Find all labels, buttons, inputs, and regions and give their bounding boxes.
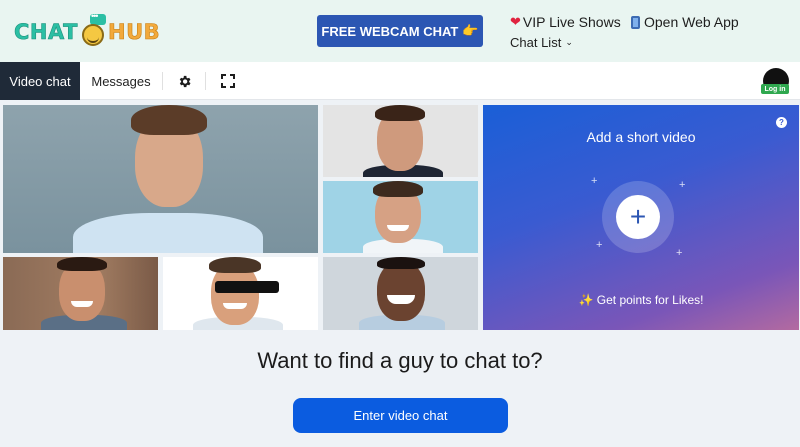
photo-hair — [375, 105, 425, 121]
logo-text-chat: CHAT — [14, 20, 78, 45]
photo-hair — [209, 257, 261, 273]
profile-photo[interactable] — [163, 257, 318, 330]
heart-icon: ❤ — [510, 14, 521, 29]
help-icon[interactable]: ? — [776, 117, 787, 128]
tab-messages[interactable]: Messages — [80, 62, 162, 100]
toolbar-divider — [162, 72, 163, 90]
phone-icon — [631, 15, 640, 29]
photo-sunglasses — [215, 281, 279, 293]
photo-hair — [373, 181, 423, 197]
chathub-logo[interactable]: CHAT HUB — [14, 11, 160, 48]
sparkle-icon: + — [676, 247, 683, 259]
sparkle-icon: + — [679, 179, 686, 191]
sparkles-icon: ✨ — [578, 293, 594, 307]
add-video-plus-button[interactable]: + — [616, 195, 660, 239]
tab-video-chat[interactable]: Video chat — [0, 62, 80, 100]
logo-face-icon — [82, 24, 104, 46]
chat-list-label: Chat List — [510, 35, 562, 50]
free-webcam-chat-label: FREE WEBCAM CHAT — [321, 23, 459, 39]
tab-messages-label: Messages — [91, 73, 151, 89]
chat-list-dropdown[interactable]: Chat List ⌄ — [510, 35, 573, 50]
enter-video-chat-button[interactable]: Enter video chat — [293, 398, 508, 433]
chat-toolbar: Video chat Messages — [0, 62, 800, 100]
photo-smile — [387, 225, 409, 231]
page-headline: Want to find a guy to chat to? — [257, 348, 543, 373]
add-video-panel[interactable]: Add a short video ? + + + + + ✨ Get poin… — [483, 105, 799, 330]
profile-photo[interactable] — [3, 105, 318, 253]
fullscreen-icon[interactable] — [219, 72, 237, 90]
profile-photo[interactable] — [323, 105, 478, 177]
tab-video-chat-label: Video chat — [9, 73, 71, 89]
photo-smile — [71, 301, 93, 307]
fullscreen-icon-svg — [221, 74, 235, 88]
logo-text-hub: HUB — [108, 20, 161, 45]
open-web-app-label: Open Web App — [644, 14, 739, 30]
chevron-down-icon: ⌄ — [565, 37, 573, 47]
enter-video-chat-label: Enter video chat — [353, 408, 448, 423]
profile-photo[interactable] — [323, 257, 478, 330]
sparkle-icon: + — [591, 175, 598, 187]
gear-icon-svg — [179, 75, 190, 87]
gear-icon[interactable] — [175, 72, 193, 90]
sparkle-icon: + — [596, 239, 603, 251]
pointing-hand-icon: 👉 — [462, 23, 479, 38]
photo-smile — [223, 303, 247, 309]
open-web-app-link[interactable]: Open Web App — [631, 14, 739, 30]
vip-live-shows-label: VIP Live Shows — [522, 14, 621, 30]
photo-hair — [131, 105, 207, 135]
free-webcam-chat-button[interactable]: FREE WEBCAM CHAT 👉 — [317, 15, 483, 47]
profile-photo[interactable] — [323, 181, 478, 253]
vip-live-shows-link[interactable]: ❤ VIP Live Shows — [510, 14, 621, 30]
profile-photo[interactable] — [3, 257, 158, 330]
toolbar-divider — [205, 72, 206, 90]
photo-face — [377, 261, 425, 321]
points-for-likes-label: Get points for Likes! — [596, 293, 704, 307]
photo-hair — [57, 257, 107, 271]
photo-hair — [377, 257, 425, 269]
site-header: CHAT HUB FREE WEBCAM CHAT 👉 ❤ VIP Live S… — [0, 0, 800, 62]
log-in-badge[interactable]: Log in — [761, 84, 789, 94]
points-for-likes: ✨ Get points for Likes! — [483, 293, 799, 307]
photo-shirt — [73, 213, 263, 253]
panel-title: Add a short video — [586, 129, 696, 145]
